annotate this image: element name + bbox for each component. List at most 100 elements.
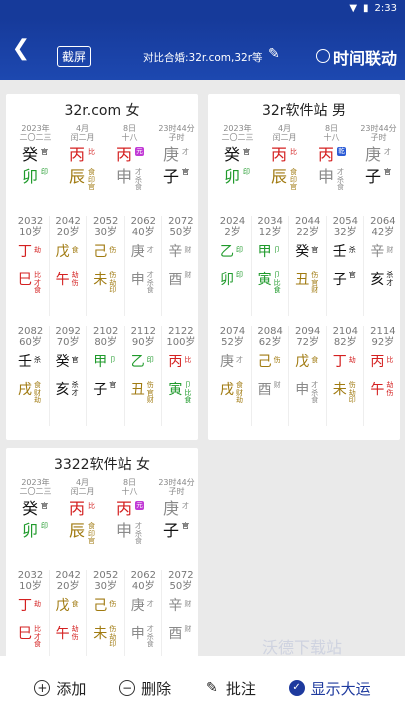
stem-tag: 比 [88,148,95,156]
dayun-cell[interactable]: 2032 10岁丁劫巳比才食 [12,570,49,656]
dayun-hidden-tag: 食 [146,640,154,648]
heavenly-stem: 庚 [163,145,180,164]
dayun-cell[interactable]: 2102 80岁甲卩子官 [87,326,124,430]
dayun-stem-tag: 伤 [273,356,281,364]
hidden-stem-tag: 官 [182,522,189,530]
dayun-cell[interactable]: 2072 50岁辛财酉财 [162,570,199,656]
dayun-branch: 申 [295,382,310,398]
dayun-cell[interactable]: 2084 62岁己伤酉财 [252,326,289,430]
bottom-toolbar: + 添加 − 删除 ✎ 批注 ✓ 显示大运 [0,656,405,720]
dayun-cell[interactable]: 2062 40岁庚才申才杀食 [125,216,162,320]
pillar-column: 2023年 二〇二三癸官卯印 [12,478,59,558]
hidden-stem-tag: 印 [41,168,48,176]
dayun-hidden-tag: 财 [146,396,154,404]
dayun-stem-tag: 伤 [109,600,117,608]
add-button[interactable]: + 添加 [34,678,86,699]
dayun-cell[interactable]: 2112 90岁乙印丑伤官财 [125,326,162,430]
hidden-stems: 才杀食 [337,168,344,192]
dayun-hidden-tag: 才 [71,388,79,397]
earthly-branch: 卯 [22,521,39,540]
dayun-cell[interactable]: 2114 92岁丙比午劫伤 [364,326,401,430]
dayun-cell[interactable]: 2094 72岁戊食申才杀食 [289,326,326,430]
dayun-hidden-tag: 财 [184,271,192,279]
dayun-cell[interactable]: 2052 30岁己伤未伤劫印 [87,570,124,656]
dayun-cell[interactable]: 2032 10岁丁劫巳比才食 [12,216,49,320]
bazi-card[interactable]: 32r.com 女 2023年 二〇二三癸官卯印 4月 闰二月丙比辰食印官 8日 十八丙元申… [6,94,198,440]
dayun-age: 20岁 [56,227,80,238]
cell-divider [325,326,327,426]
bazi-card[interactable]: 3322软件站 女 2023年 二〇二三癸官卯印 4月 闰二月丙比辰食印官 8日 十八丙元申… [6,448,198,656]
dayun-hidden-tag: 伤 [71,632,79,641]
cell-divider [48,326,50,426]
dayun-stem: 戊 [55,598,70,614]
card-title: 3322软件站 女 [53,457,151,473]
earthly-branch: 卯 [224,167,241,186]
earthly-branch: 子 [163,167,180,186]
dayun-cell[interactable]: 2064 42岁辛财亥杀才 [364,216,401,320]
screenshot-button[interactable]: 截屏 [57,46,92,67]
time-link-label[interactable]: 时间联动 [333,45,397,69]
pillar-lunar: 二〇二三 [221,133,254,142]
dayun-cell[interactable]: 2092 70岁癸官亥杀才 [50,326,87,430]
dayun-cell[interactable]: 2052 30岁己伤未伤劫印 [87,216,124,320]
dayun-age: 60岁 [19,337,42,348]
heavenly-stem: 丙 [69,499,86,518]
annotate-label: 批注 [225,679,256,698]
dayun-cell[interactable]: 2082 60岁壬杀戌食财劫 [12,326,49,430]
dayun-hidden-stems: 卩比食 [184,381,191,405]
dayun-year: 2054 [332,216,359,227]
hidden-stem-tag: 食 [135,183,142,191]
dayun-cell[interactable]: 2074 52岁庚才戌食财劫 [214,326,251,430]
heavenly-stem: 庚 [163,499,180,518]
stem-tag: 才 [182,502,189,510]
dayun-stem: 己 [93,244,108,260]
dayun-branch: 亥 [55,382,70,398]
dayun-age: 10岁 [19,227,42,238]
dayun-cell[interactable]: 2042 20岁戊食午劫伤 [50,216,87,320]
dayun-cell[interactable]: 2072 50岁辛财酉财 [162,216,199,320]
cell-divider [363,326,365,426]
dayun-cell[interactable]: 2054 32岁壬杀子官 [327,216,364,320]
dayun-branch: 酉 [168,272,183,288]
dayun-branch: 子 [332,272,347,288]
dayun-hidden-stems: 伤官财 [311,271,318,295]
hidden-stems: 官 [182,522,189,531]
hidden-stems: 印 [243,168,250,177]
show-dayun-toggle[interactable]: ✓ 显示大运 [288,678,371,699]
dayun-cell[interactable]: 2034 12岁甲卩寅卩比食 [252,216,289,320]
dayun-hidden-tag: 食 [146,286,154,294]
dayun-cell[interactable]: 2104 82岁丁劫未伤劫印 [327,326,364,430]
battery-icon: ▮ [363,3,369,14]
dayun-stem-tag: 印 [146,356,154,364]
dayun-hidden-tag: 食 [34,640,41,648]
dayun-stem: 壬 [332,244,347,260]
cell-divider [48,570,50,656]
annotate-button[interactable]: ✎ 批注 [204,678,256,699]
edit-pencil-icon[interactable]: ✎ [268,46,280,62]
dayun-stem-tag: 卩 [109,356,117,364]
heavenly-stem: 庚 [365,145,382,164]
dayun-hidden-stems: 杀才 [71,381,79,397]
time-link-toggle[interactable] [316,49,330,63]
back-icon[interactable]: ❮ [10,38,32,60]
dayun-row: 2032 10岁丁劫巳比才食 2042 20岁戊食午劫伤 2052 30岁己伤未伤劫印 20… [12,216,200,320]
dayun-cell[interactable]: 2042 20岁戊食午劫伤 [50,570,87,656]
cell-divider [250,326,252,426]
dayun-cell[interactable]: 2122 100岁丙比寅卩比食 [162,326,199,430]
dayun-stem-tag: 才 [146,600,154,608]
hidden-stems: 印 [41,522,48,531]
dayun-age: 70岁 [56,337,80,348]
cell-divider [288,326,290,426]
four-pillars: 2023年 二〇二三癸官卯印 4月 闰二月丙比辰食印官 8日 十八丙乾申才杀食 23时44分… [214,124,402,204]
delete-button[interactable]: − 删除 [119,678,171,699]
dayun-cell[interactable]: 2024 2岁乙印卯印 [214,216,251,320]
dayun-year: 2084 [257,326,283,337]
check-circle-icon: ✓ [288,680,305,696]
dayun-branch: 丑 [130,382,145,398]
bazi-card[interactable]: 32r软件站 男 2023年 二〇二三癸官卯印 4月 闰二月丙比辰食印官 8日 十八丙乾申才… [208,94,400,440]
edit-icon: ✎ [205,680,218,696]
dayun-cell[interactable]: 2062 40岁庚才申才杀食 [125,570,162,656]
dayun-cell[interactable]: 2044 22岁癸官丑伤官财 [289,216,326,320]
dayun-row: 2032 10岁丁劫巳比才食 2042 20岁戊食午劫伤 2052 30岁己伤未伤劫印 20… [12,570,200,656]
card-title: 32r.com 女 [64,103,140,119]
